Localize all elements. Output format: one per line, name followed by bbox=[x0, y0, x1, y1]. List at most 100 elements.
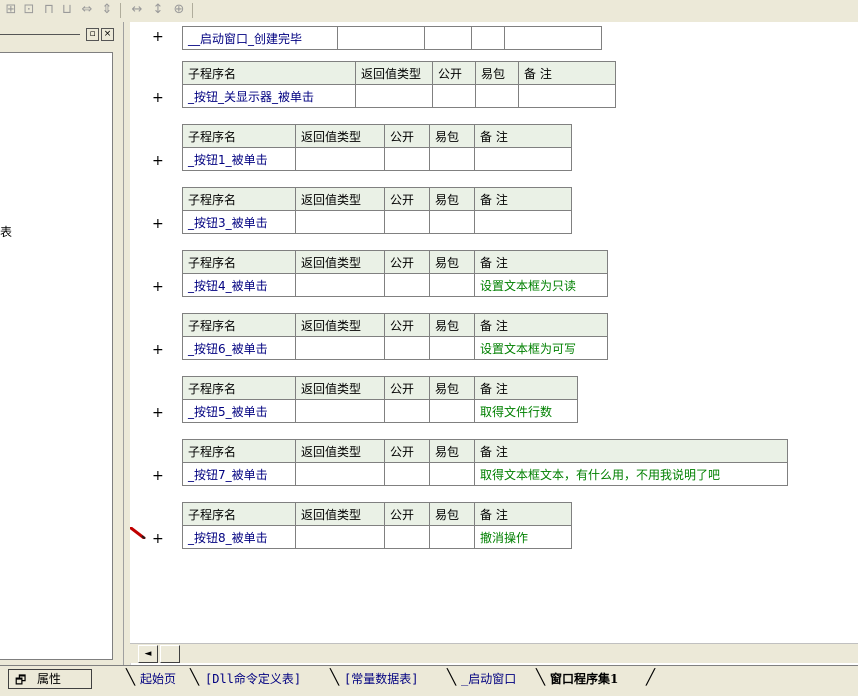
expand-icon[interactable]: + bbox=[152, 29, 164, 45]
return-type-cell[interactable] bbox=[295, 210, 385, 234]
header-easy: 易包 bbox=[475, 61, 519, 85]
return-type-cell[interactable] bbox=[295, 525, 385, 549]
easy-cell[interactable] bbox=[429, 210, 475, 234]
easy-cell[interactable] bbox=[471, 26, 505, 50]
split-h-icon[interactable]: ⊞ bbox=[3, 2, 19, 18]
public-cell[interactable] bbox=[384, 273, 430, 297]
header-public: 公开 bbox=[384, 187, 430, 211]
subroutine-table: 子程序名 返回值类型 公开 易包 备 注 _按钮5_被单击 取得文件行数 bbox=[182, 376, 578, 423]
subroutine-name[interactable]: _按钮1_被单击 bbox=[182, 147, 296, 171]
expand-icon[interactable]: + bbox=[152, 342, 164, 358]
return-type-cell[interactable] bbox=[295, 147, 385, 171]
easy-cell[interactable] bbox=[429, 462, 475, 486]
header-public: 公开 bbox=[384, 502, 430, 526]
scroll-thumb[interactable] bbox=[160, 645, 180, 663]
subroutine-table: 子程序名 返回值类型 公开 易包 备 注 _按钮1_被单击 bbox=[182, 124, 572, 171]
note-cell[interactable]: 取得文件行数 bbox=[474, 399, 578, 423]
tab-start-page[interactable]: 起始页 bbox=[140, 670, 176, 688]
align-bottom-icon[interactable]: ⊔ bbox=[59, 2, 75, 18]
bottom-tab-bar: 🗗 属性 ╲ 起始页 ╲ [Dll命令定义表] ╲ [常量数据表] ╲ _启动窗… bbox=[0, 665, 858, 696]
easy-cell[interactable] bbox=[429, 336, 475, 360]
expand-icon[interactable]: + bbox=[152, 405, 164, 421]
return-type-cell[interactable] bbox=[337, 26, 425, 50]
expand-icon[interactable]: + bbox=[152, 153, 164, 169]
easy-cell[interactable] bbox=[429, 273, 475, 297]
header-easy: 易包 bbox=[429, 376, 475, 400]
subroutine-name[interactable]: _按钮6_被单击 bbox=[182, 336, 296, 360]
scroll-left-button[interactable]: ◄ bbox=[138, 645, 158, 663]
width-icon[interactable]: ⇔ bbox=[79, 2, 95, 18]
public-cell[interactable] bbox=[384, 399, 430, 423]
easy-cell[interactable] bbox=[429, 525, 475, 549]
subroutine-table: 子程序名 返回值类型 公开 易包 备 注 _按钮7_被单击 取得文本框文本，有什… bbox=[182, 439, 788, 486]
tab-divider: ╲ bbox=[126, 668, 136, 686]
expand-icon[interactable]: + bbox=[152, 531, 164, 547]
tab-dll-commands[interactable]: [Dll命令定义表] bbox=[205, 670, 301, 688]
tab-window-assembly[interactable]: 窗口程序集1 bbox=[550, 670, 618, 688]
tab-divider: ╲ bbox=[447, 668, 457, 686]
return-type-cell[interactable] bbox=[355, 84, 433, 108]
align-top-icon[interactable]: ⊓ bbox=[41, 2, 57, 18]
subroutine-name[interactable]: _按钮4_被单击 bbox=[182, 273, 296, 297]
header-name: 子程序名 bbox=[182, 250, 296, 274]
subroutine-table: 子程序名 返回值类型 公开 易包 备 注 _按钮3_被单击 bbox=[182, 187, 572, 234]
return-type-cell[interactable] bbox=[295, 273, 385, 297]
subroutine-name[interactable]: _按钮7_被单击 bbox=[182, 462, 296, 486]
return-type-cell[interactable] bbox=[295, 399, 385, 423]
public-cell[interactable] bbox=[384, 336, 430, 360]
note-cell[interactable] bbox=[474, 147, 572, 171]
note-cell[interactable]: 撤消操作 bbox=[474, 525, 572, 549]
properties-icon: 🗗 bbox=[15, 673, 27, 687]
note-cell[interactable] bbox=[474, 210, 572, 234]
expand-icon[interactable]: + bbox=[152, 279, 164, 295]
header-note: 备 注 bbox=[474, 376, 578, 400]
public-cell[interactable] bbox=[424, 26, 472, 50]
public-cell[interactable] bbox=[384, 147, 430, 171]
subroutine-name[interactable]: _按钮3_被单击 bbox=[182, 210, 296, 234]
panel-minimize-button[interactable]: ▫ bbox=[86, 28, 99, 41]
height-icon[interactable]: ⇕ bbox=[99, 2, 115, 18]
public-cell[interactable] bbox=[384, 210, 430, 234]
subroutine-name[interactable]: _按钮_关显示器_被单击 bbox=[182, 84, 356, 108]
split-v-icon[interactable]: ⊡ bbox=[21, 2, 37, 18]
header-return-type: 返回值类型 bbox=[295, 187, 385, 211]
note-cell[interactable]: 设置文本框为可写 bbox=[474, 336, 608, 360]
return-type-cell[interactable] bbox=[295, 336, 385, 360]
subroutine-name[interactable]: _按钮5_被单击 bbox=[182, 399, 296, 423]
header-public: 公开 bbox=[384, 313, 430, 337]
note-cell[interactable]: 取得文本框文本，有什么用，不用我说明了吧 bbox=[474, 462, 788, 486]
center-icon[interactable]: ⊕ bbox=[171, 2, 187, 18]
panel-grip[interactable] bbox=[0, 34, 80, 35]
panel-close-button[interactable]: × bbox=[101, 28, 114, 41]
header-return-type: 返回值类型 bbox=[295, 502, 385, 526]
header-return-type: 返回值类型 bbox=[295, 313, 385, 337]
subroutine-name[interactable]: __启动窗口_创建完毕 bbox=[182, 26, 338, 50]
easy-cell[interactable] bbox=[475, 84, 519, 108]
same-height-icon[interactable]: ↕ bbox=[150, 2, 166, 18]
tab-startup-window[interactable]: _启动窗口 bbox=[461, 670, 516, 688]
return-type-cell[interactable] bbox=[295, 462, 385, 486]
public-cell[interactable] bbox=[432, 84, 476, 108]
note-cell[interactable]: 设置文本框为只读 bbox=[474, 273, 608, 297]
tab-divider: ╱ bbox=[646, 668, 656, 686]
expand-icon[interactable]: + bbox=[152, 468, 164, 484]
same-width-icon[interactable]: ↔ bbox=[129, 2, 145, 18]
project-tree[interactable]: 表 bbox=[0, 52, 113, 660]
easy-cell[interactable] bbox=[429, 147, 475, 171]
easy-cell[interactable] bbox=[429, 399, 475, 423]
properties-button[interactable]: 🗗 属性 bbox=[8, 669, 92, 689]
public-cell[interactable] bbox=[384, 525, 430, 549]
public-cell[interactable] bbox=[384, 462, 430, 486]
tree-item-truncated[interactable]: 表 bbox=[0, 223, 12, 240]
header-note: 备 注 bbox=[474, 439, 788, 463]
header-easy: 易包 bbox=[429, 502, 475, 526]
subroutine-table: __启动窗口_创建完毕 bbox=[182, 26, 602, 50]
expand-icon[interactable]: + bbox=[152, 90, 164, 106]
note-cell[interactable] bbox=[518, 84, 616, 108]
note-cell[interactable] bbox=[504, 26, 602, 50]
code-editor[interactable]: + __启动窗口_创建完毕 子程序名 返回值类型 公开 易包 备 注 _按钮_关… bbox=[130, 22, 858, 643]
expand-icon[interactable]: + bbox=[152, 216, 164, 232]
subroutine-name[interactable]: _按钮8_被单击 bbox=[182, 525, 296, 549]
horizontal-scrollbar[interactable]: ◄ bbox=[130, 643, 858, 663]
tab-constants[interactable]: [常量数据表] bbox=[344, 670, 418, 688]
